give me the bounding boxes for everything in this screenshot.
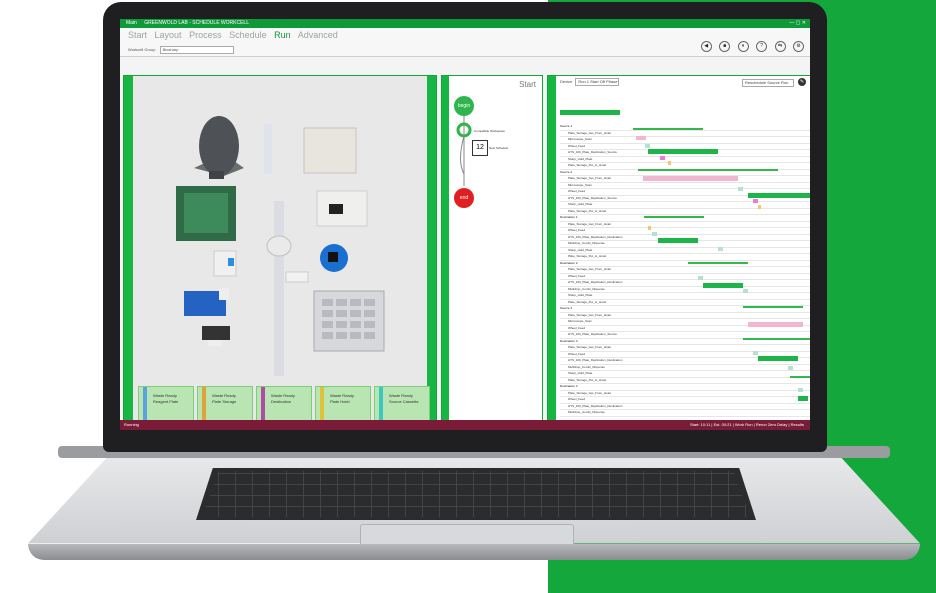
- schedule-pane: Device Run 1 Start Off Phase Reschedule …: [547, 75, 810, 430]
- reader-device: [303, 127, 357, 174]
- slot-3[interactable]: Waste Ready Destination: [256, 386, 312, 424]
- slot-2[interactable]: Waste Ready Plate Storage: [197, 386, 253, 424]
- rack-device: [264, 124, 272, 174]
- slot-4-name: Plate Hotel: [330, 399, 350, 404]
- process-step-label: Compatible Workspace: [474, 129, 505, 133]
- pause-button[interactable]: ⏸: [737, 41, 749, 52]
- menu-advanced[interactable]: Advanced: [298, 30, 338, 40]
- slot-2-name: Plate Storage: [212, 399, 237, 404]
- slot-3-name: Destination: [271, 399, 292, 404]
- gantt-bars: [633, 128, 810, 401]
- title-left: Main: [126, 20, 137, 26]
- workcell-dropdown[interactable]: Biosharp: [159, 46, 234, 54]
- slot-1-color: [143, 387, 147, 423]
- calendar-icon[interactable]: 12: [472, 140, 488, 156]
- slot-5[interactable]: Waste Ready Source Cassette: [374, 386, 430, 424]
- slot-1-status: Waste Ready: [153, 393, 177, 398]
- window-controls[interactable]: — ▢ ✕: [789, 19, 806, 28]
- title-bar: Main GREENWOLD LAB - SCHEDULE WORKCELL —…: [120, 19, 810, 28]
- status-left: Running: [124, 422, 139, 427]
- status-right: Start: 10:11 | Est. 00:21 | Work Run | R…: [689, 422, 804, 427]
- menu-process[interactable]: Process: [189, 30, 222, 40]
- keyboard-keys: [202, 471, 750, 517]
- slot-5-status: Waste Ready: [389, 393, 413, 398]
- menu-run[interactable]: Run: [274, 30, 291, 40]
- slot-3-color: [261, 387, 265, 423]
- slot-2-color: [202, 387, 206, 423]
- menu-start[interactable]: Start: [128, 30, 147, 40]
- laptop-screen: Main GREENWOLD LAB - SCHEDULE WORKCELL —…: [120, 19, 810, 430]
- laptop-front-edge: [28, 544, 920, 560]
- workcell-selector: Workcell Group Biosharp: [128, 46, 234, 54]
- funnel-device: [194, 116, 244, 179]
- stop-button[interactable]: ■: [719, 41, 731, 52]
- end-node[interactable]: end: [454, 188, 474, 208]
- settings-button[interactable]: ⚙: [793, 41, 804, 52]
- deck-devices: [176, 116, 385, 376]
- begin-node[interactable]: begin: [454, 96, 474, 116]
- slot-5-color: [379, 387, 383, 423]
- process-pane: Start begin Compatible Workspace 12 New …: [441, 75, 543, 430]
- slot-1[interactable]: Waste Ready Reagent Plate: [138, 386, 194, 424]
- slot-1-name: Reagent Plate: [153, 399, 179, 404]
- swap-button[interactable]: ⇆: [774, 41, 786, 52]
- laptop-base: [28, 446, 920, 572]
- start-label: Start: [519, 80, 536, 89]
- robot-rail: [274, 201, 284, 376]
- slot-4-status: Waste Ready: [330, 393, 354, 398]
- menu-layout[interactable]: Layout: [155, 30, 182, 40]
- slot-4-color: [320, 387, 324, 423]
- calendar-label: New Schedule: [489, 146, 509, 150]
- slot-4[interactable]: Waste Ready Plate Hotel: [315, 386, 371, 424]
- back-button[interactable]: ◀: [700, 41, 712, 52]
- run-controls: ◀ ■ ⏸ ? ⇆ ⚙: [698, 34, 804, 52]
- help-button[interactable]: ?: [756, 41, 768, 52]
- slot-5-name: Source Cassette: [389, 399, 419, 404]
- workcell-label: Workcell Group: [128, 47, 156, 53]
- menu-schedule[interactable]: Schedule: [229, 30, 267, 40]
- slot-2-status: Waste Ready: [212, 393, 236, 398]
- green-hotel-device: [176, 186, 236, 241]
- gripper-device: [202, 326, 230, 340]
- deck-layout-pane: Waste Ready Reagent Plate Waste Ready Pl…: [123, 75, 437, 430]
- robot-arm: [266, 235, 292, 257]
- process-flow: [456, 116, 472, 186]
- main-menu: Start Layout Process Schedule Run Advanc…: [128, 30, 343, 40]
- status-bar: Running Start: 10:11 | Est. 00:21 | Work…: [120, 420, 810, 430]
- slot-3-status: Waste Ready: [271, 393, 295, 398]
- menu-bar: Start Layout Process Schedule Run Advanc…: [120, 28, 810, 57]
- window-title: GREENWOLD LAB - SCHEDULE WORKCELL: [144, 20, 249, 26]
